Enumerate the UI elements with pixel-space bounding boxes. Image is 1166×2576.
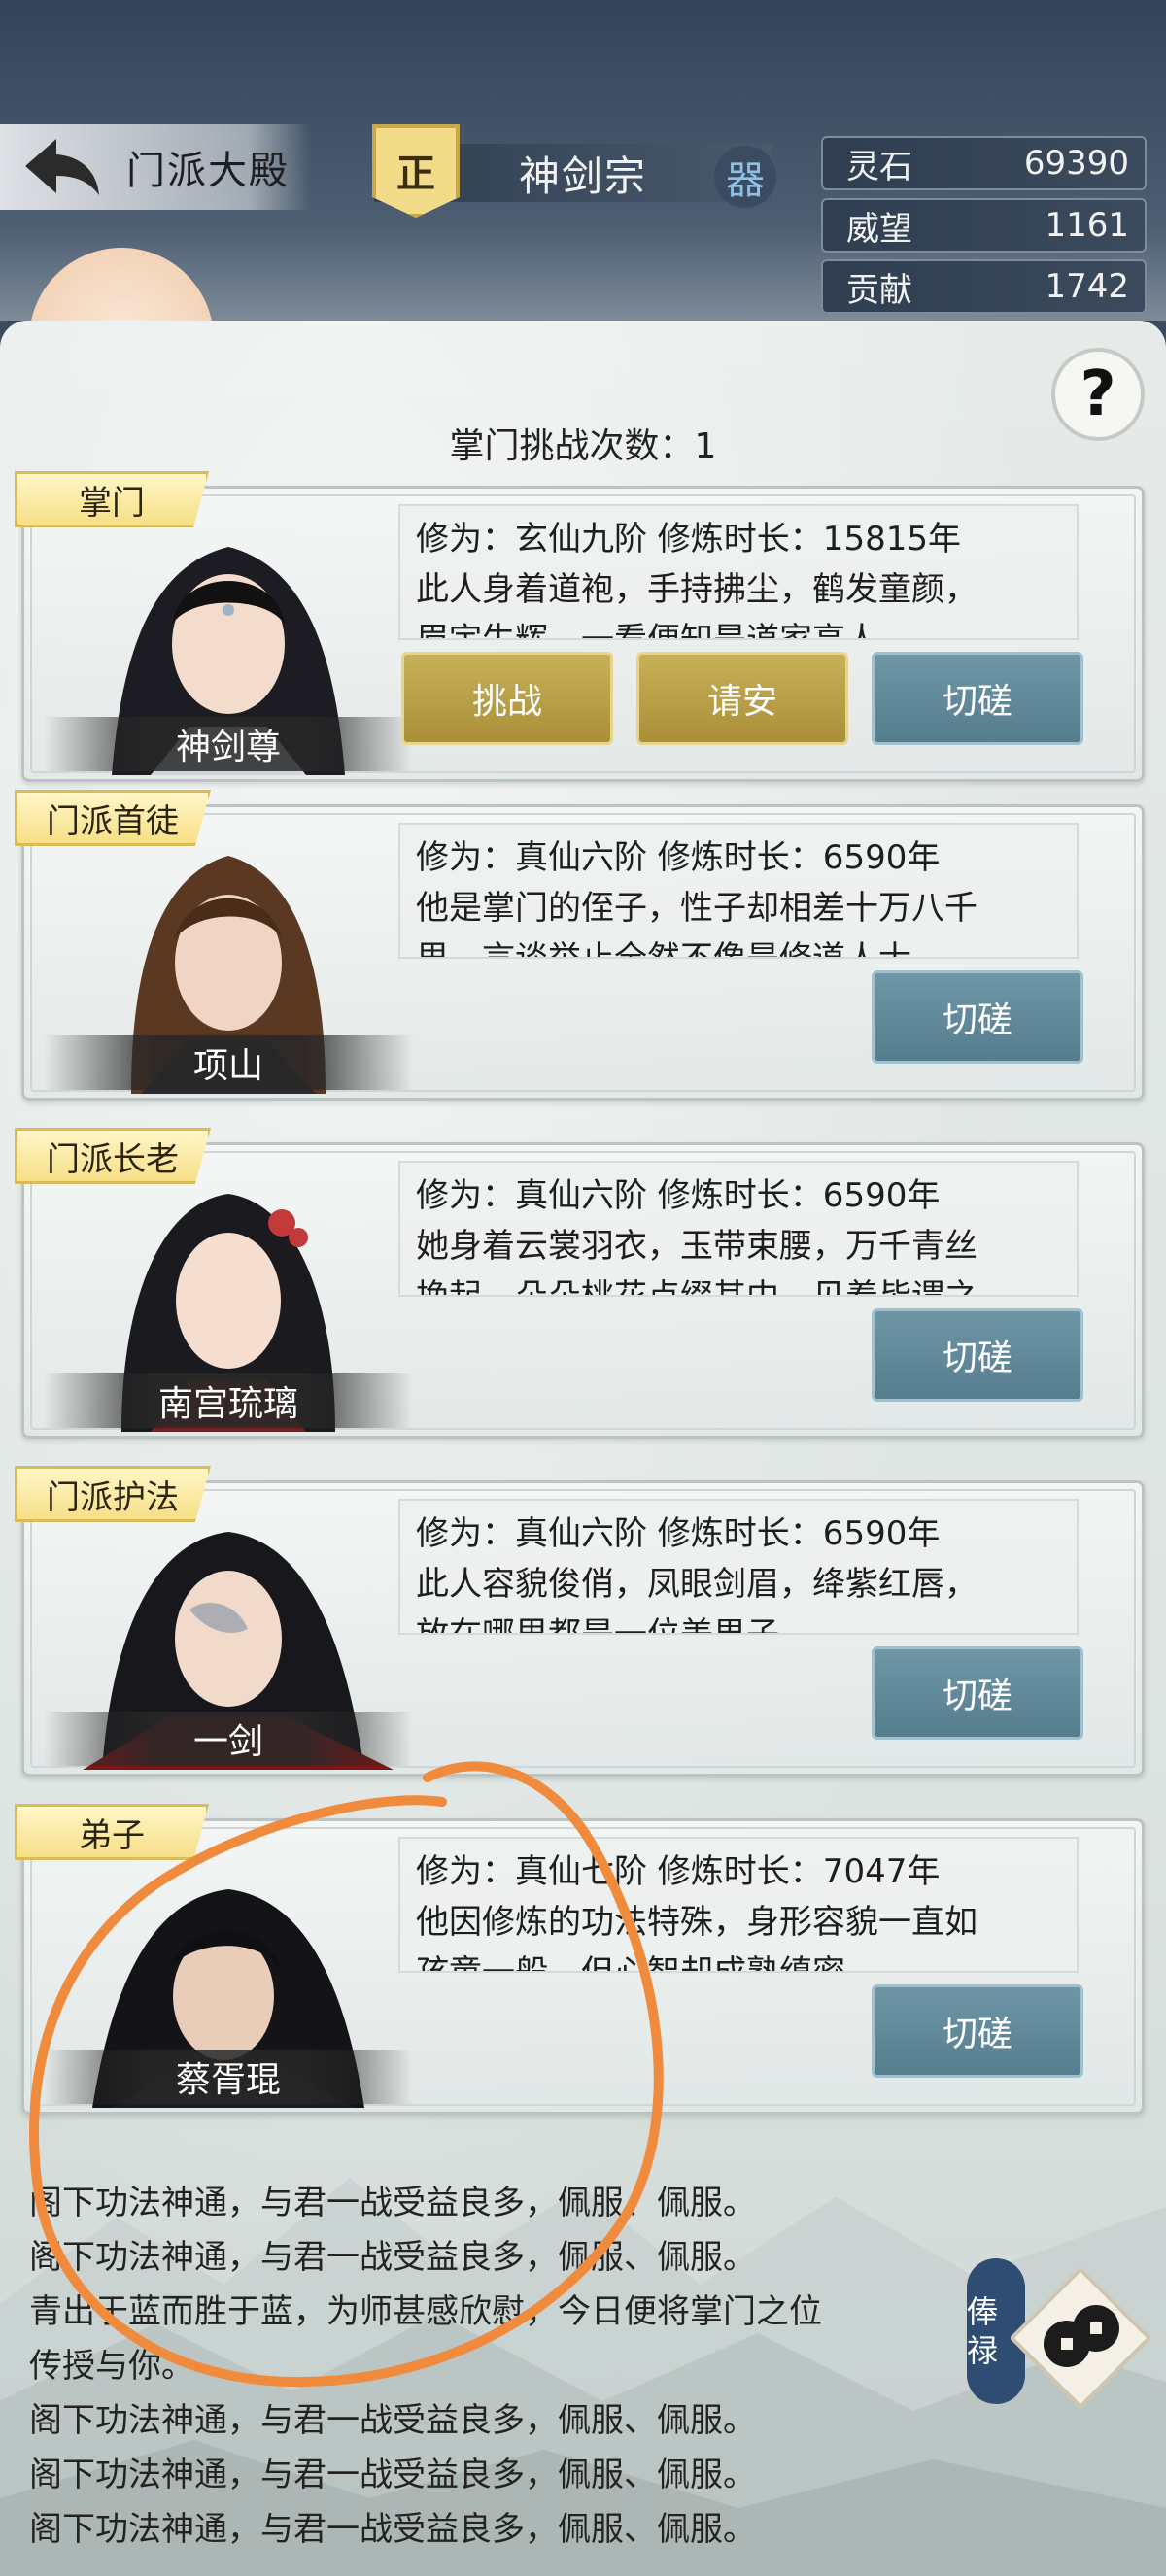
chat-line: 阁下功法神通，与君一战受益良多，佩服、佩服。 xyxy=(29,2238,756,2277)
desc-line: 放在哪里都是一位美男子。 xyxy=(416,1615,812,1635)
help-button[interactable]: ? xyxy=(1051,348,1145,441)
spar-button[interactable]: 切磋 xyxy=(872,1984,1083,2078)
desc-line: 此人身着道袍，手持拂尘，鹤发童颜， xyxy=(416,570,977,609)
resource-value: 1742 xyxy=(1045,267,1129,306)
artifact-button[interactable]: 器 xyxy=(714,146,776,208)
member-name: 南宫琉璃 xyxy=(44,1373,413,1428)
sect-name: 神剑宗 xyxy=(518,152,647,200)
rank-tag: 门派护法 xyxy=(15,1466,211,1522)
chat-line: 阁下功法神通，与君一战受益良多，佩服、佩服。 xyxy=(29,2510,756,2549)
desc-line: 他因修炼的功法特殊，身形容貌一直如 xyxy=(416,1903,977,1942)
sect-alignment-label: 正 xyxy=(396,152,435,196)
desc-line: 此人容貌俊俏，凤眼剑眉，绛紫红唇， xyxy=(416,1565,977,1604)
chat-line: 青出于蓝而胜于蓝，为师甚感欣慰，今日便将掌门之位 xyxy=(29,2292,822,2331)
resource-value: 69390 xyxy=(1023,144,1129,183)
rank-tag: 掌门 xyxy=(15,471,209,527)
resource-value: 1161 xyxy=(1045,206,1129,245)
desc-line: 孩童一般，但心智却成熟缜密。 xyxy=(416,1953,878,1973)
member-card-disciple: 蔡胥琨 弟子 修为：真仙七阶 修炼时长：7047年 他因修炼的功法特殊，身形容貌… xyxy=(15,1804,1145,2115)
resource-prestige: 威望 1161 xyxy=(821,198,1147,253)
member-card-head-disciple: 项山 门派首徒 修为：真仙六阶 修炼时长：6590年 他是掌门的侄子，性子却相差… xyxy=(15,790,1145,1101)
desc-line: 修为：真仙六阶 修炼时长：6590年 xyxy=(416,1514,941,1553)
member-description: 修为：玄仙九阶 修炼时长：15815年 此人身着道袍，手持拂尘，鹤发童颜， 眉宇… xyxy=(398,504,1079,640)
resource-spirit-stone: 灵石 69390 xyxy=(821,136,1147,190)
chat-line: 阁下功法神通，与君一战受益良多，佩服、佩服。 xyxy=(29,2456,756,2494)
desc-line: 挽起，朵朵桃花点缀其中，见着皆谓之 xyxy=(416,1277,977,1297)
member-description: 修为：真仙六阶 修炼时长：6590年 此人容貌俊俏，凤眼剑眉，绛紫红唇， 放在哪… xyxy=(398,1499,1079,1635)
member-name: 项山 xyxy=(44,1035,413,1090)
challenge-count: 掌门挑战次数：1 xyxy=(449,426,717,466)
rank-tag: 弟子 xyxy=(15,1804,209,1860)
member-card-guardian: 一剑 门派护法 修为：真仙六阶 修炼时长：6590年 此人容貌俊俏，凤眼剑眉，绛… xyxy=(15,1466,1145,1777)
desc-line: 修为：真仙六阶 修炼时长：6590年 xyxy=(416,1176,941,1215)
back-button[interactable]: 门派大殿 xyxy=(0,124,311,210)
member-description: 修为：真仙六阶 修炼时长：6590年 他是掌门的侄子，性子却相差十万八千 里，言… xyxy=(398,823,1079,959)
desc-line: 修为：真仙七阶 修炼时长：7047年 xyxy=(416,1852,941,1891)
desc-line: 修为：玄仙九阶 修炼时长：15815年 xyxy=(416,520,961,559)
resource-name: 贡献 xyxy=(846,270,912,310)
member-description: 修为：真仙六阶 修炼时长：6590年 她身着云裳羽衣，玉带束腰，万千青丝 挽起，… xyxy=(398,1161,1079,1297)
challenge-button[interactable]: 挑战 xyxy=(401,652,613,745)
rank-tag: 门派首徒 xyxy=(15,790,211,846)
desc-line: 他是掌门的侄子，性子却相差十万八千 xyxy=(416,889,977,928)
chat-line: 传授与你。 xyxy=(29,2347,194,2386)
chat-log: 阁下功法神通，与君一战受益良多，佩服、佩服。 阁下功法神通，与君一战受益良多，佩… xyxy=(29,2176,1001,2557)
chat-line: 阁下功法神通，与君一战受益良多，佩服、佩服。 xyxy=(29,2401,756,2440)
desc-line: 里，言谈举止全然不像是修道人士。 xyxy=(416,939,944,959)
member-name: 神剑尊 xyxy=(44,717,413,771)
spar-button[interactable]: 切磋 xyxy=(872,652,1083,745)
greet-button[interactable]: 请安 xyxy=(636,652,848,745)
back-arrow-icon xyxy=(25,139,99,195)
back-title: 门派大殿 xyxy=(126,149,290,193)
resource-contribution: 贡献 1742 xyxy=(821,259,1147,314)
resource-name: 威望 xyxy=(846,209,912,249)
member-name: 一剑 xyxy=(44,1712,413,1766)
member-card-master: 神剑尊 掌门 修为：玄仙九阶 修炼时长：15815年 此人身着道袍，手持拂尘，鹤… xyxy=(15,471,1145,782)
spar-button[interactable]: 切磋 xyxy=(872,970,1083,1064)
desc-line: 她身着云裳羽衣，玉带束腰，万千青丝 xyxy=(416,1227,977,1266)
member-card-elder: 南宫琉璃 门派长老 修为：真仙六阶 修炼时长：6590年 她身着云裳羽衣，玉带束… xyxy=(15,1128,1145,1439)
spar-button[interactable]: 切磋 xyxy=(872,1308,1083,1402)
desc-line: 眉宇生辉，一看便知是道家高人。 xyxy=(416,621,911,640)
chat-line: 阁下功法神通，与君一战受益良多，佩服、佩服。 xyxy=(29,2184,756,2222)
resource-name: 灵石 xyxy=(846,147,912,186)
member-description: 修为：真仙七阶 修炼时长：7047年 他因修炼的功法特殊，身形容貌一直如 孩童一… xyxy=(398,1837,1079,1973)
coins-icon[interactable] xyxy=(1011,2268,1151,2409)
rank-tag: 门派长老 xyxy=(15,1128,211,1184)
member-name: 蔡胥琨 xyxy=(44,2050,413,2104)
spar-button[interactable]: 切磋 xyxy=(872,1646,1083,1740)
desc-line: 修为：真仙六阶 修炼时长：6590年 xyxy=(416,838,941,877)
